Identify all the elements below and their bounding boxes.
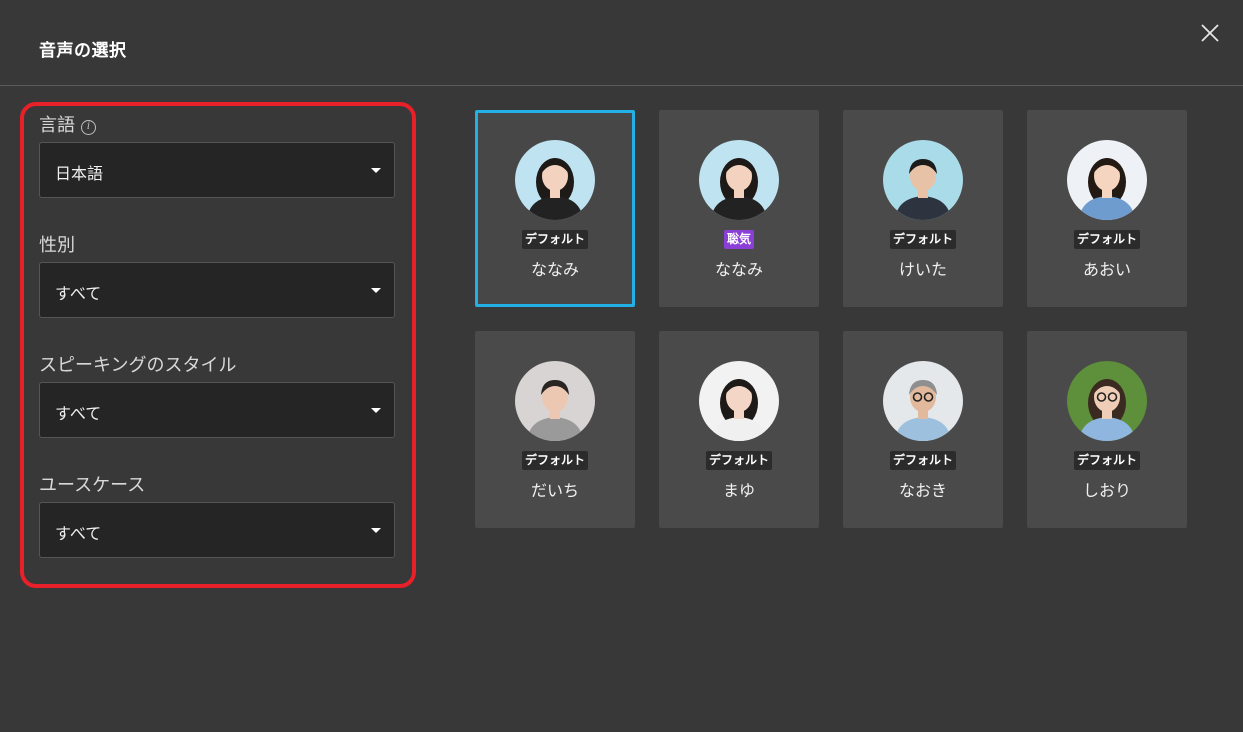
woman-suit-avatar: [515, 140, 595, 220]
default-badge: デフォルト: [1073, 451, 1141, 470]
voice-card[interactable]: デフォルト けいた: [843, 110, 1003, 307]
gender-select[interactable]: すべて: [39, 262, 395, 318]
voice-card[interactable]: デフォルト なおき: [843, 331, 1003, 528]
older-man-avatar: [883, 361, 963, 441]
dialog-header: 音声の選択: [0, 0, 1243, 86]
woman-suit-avatar: [699, 140, 779, 220]
dialog-title: 音声の選択: [39, 41, 127, 61]
voice-name: なおき: [898, 481, 947, 500]
default-badge: デフォルト: [889, 230, 957, 249]
voice-name: まゆ: [722, 481, 755, 500]
speaking-style-value: すべて: [55, 404, 102, 423]
voice-name: けいた: [898, 260, 947, 279]
voice-card[interactable]: デフォルト あおい: [1027, 110, 1187, 307]
speaking-style-label: スピーキングのスタイル: [39, 355, 237, 376]
voice-card[interactable]: デフォルト だいち: [475, 331, 635, 528]
speaking-style-select[interactable]: すべて: [39, 382, 395, 438]
use-case-select[interactable]: すべて: [39, 502, 395, 558]
voice-card[interactable]: デフォルト ななみ: [475, 110, 635, 307]
voice-name: ななみ: [714, 260, 763, 279]
gender-label: 性別: [39, 235, 75, 256]
default-badge: デフォルト: [1073, 230, 1141, 249]
use-case-value: すべて: [55, 524, 102, 543]
use-case-label: ユースケース: [39, 475, 146, 496]
gender-value: すべて: [55, 284, 102, 303]
caret-down-icon: [371, 288, 381, 293]
caret-down-icon: [371, 168, 381, 173]
man-suit-avatar: [883, 140, 963, 220]
voice-name: あおい: [1082, 260, 1131, 279]
language-label: 言語 i: [39, 111, 96, 137]
girl-avatar: [1067, 140, 1147, 220]
voice-card[interactable]: デフォルト しおり: [1027, 331, 1187, 528]
woman-avatar: [699, 361, 779, 441]
voice-card[interactable]: デフォルト まゆ: [659, 331, 819, 528]
language-select[interactable]: 日本語: [39, 142, 395, 198]
info-icon[interactable]: i: [81, 120, 96, 135]
close-icon[interactable]: [1196, 19, 1224, 47]
default-badge: デフォルト: [521, 230, 589, 249]
language-value: 日本語: [55, 164, 104, 183]
voice-card[interactable]: 聡気 ななみ: [659, 110, 819, 307]
voice-name: しおり: [1082, 481, 1131, 500]
caret-down-icon: [371, 408, 381, 413]
default-badge: デフォルト: [705, 451, 773, 470]
woman-glasses-avatar: [1067, 361, 1147, 441]
voice-name: ななみ: [530, 260, 579, 279]
voice-name: だいち: [530, 481, 579, 500]
default-badge: デフォルト: [889, 451, 957, 470]
style-badge: 聡気: [723, 230, 755, 249]
caret-down-icon: [371, 528, 381, 533]
default-badge: デフォルト: [521, 451, 589, 470]
man-jacket-avatar: [515, 361, 595, 441]
